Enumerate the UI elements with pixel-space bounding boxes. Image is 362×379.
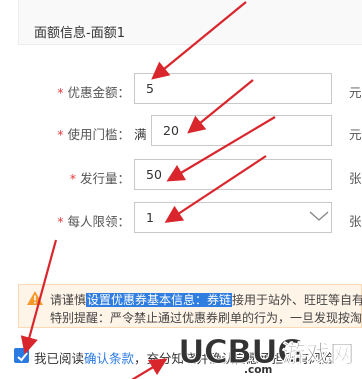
terms-link[interactable]: 确认条款 [84, 351, 134, 366]
notice-highlight: 设置优惠券基本信息：券链 [86, 293, 233, 307]
issue-quantity-label: * 发行量： [69, 171, 130, 186]
per-person-limit-unit: 张 [349, 214, 362, 229]
warning-icon [27, 291, 43, 305]
chevron-down-icon[interactable] [308, 209, 330, 223]
per-person-limit-select[interactable]: 1 [134, 202, 332, 233]
watermark-domain: .com [242, 364, 275, 376]
threshold-input[interactable]: 20 [151, 115, 332, 146]
required-mark: * [57, 85, 64, 100]
site-watermark-logo: UCBUG 游戏网 .com [168, 330, 362, 379]
threshold-unit: 元 [349, 127, 362, 142]
threshold-label: * 使用门槛： [57, 127, 130, 142]
watermark-cn: 游戏网 [282, 340, 355, 369]
threshold-prefix: 满 [134, 127, 147, 142]
section-title: 面额信息-面额1 [34, 26, 125, 41]
discount-amount-input[interactable]: 5 [134, 73, 332, 104]
agree-checkbox[interactable] [14, 348, 29, 363]
per-person-limit-label: * 每人限领： [57, 214, 130, 229]
check-icon [17, 352, 28, 362]
notice-line-1: 请谨慎设置优惠券基本信息：券链接用于站外、旺旺等自有 [50, 293, 362, 307]
discount-amount-unit: 元 [349, 85, 362, 100]
issue-quantity-input[interactable]: 50 [134, 159, 332, 190]
coupon-form-page: 面额信息-面额1 * 优惠金额： 5 元 * 使用门槛： 满 20 元 * 发行量： … [0, 0, 362, 379]
issue-quantity-unit: 张 [349, 171, 362, 186]
notice-line-2: 特别提醒：严令禁止通过优惠券刷单的行为，一旦发现按淘 [50, 311, 362, 325]
discount-amount-label: * 优惠金额： [57, 85, 130, 100]
